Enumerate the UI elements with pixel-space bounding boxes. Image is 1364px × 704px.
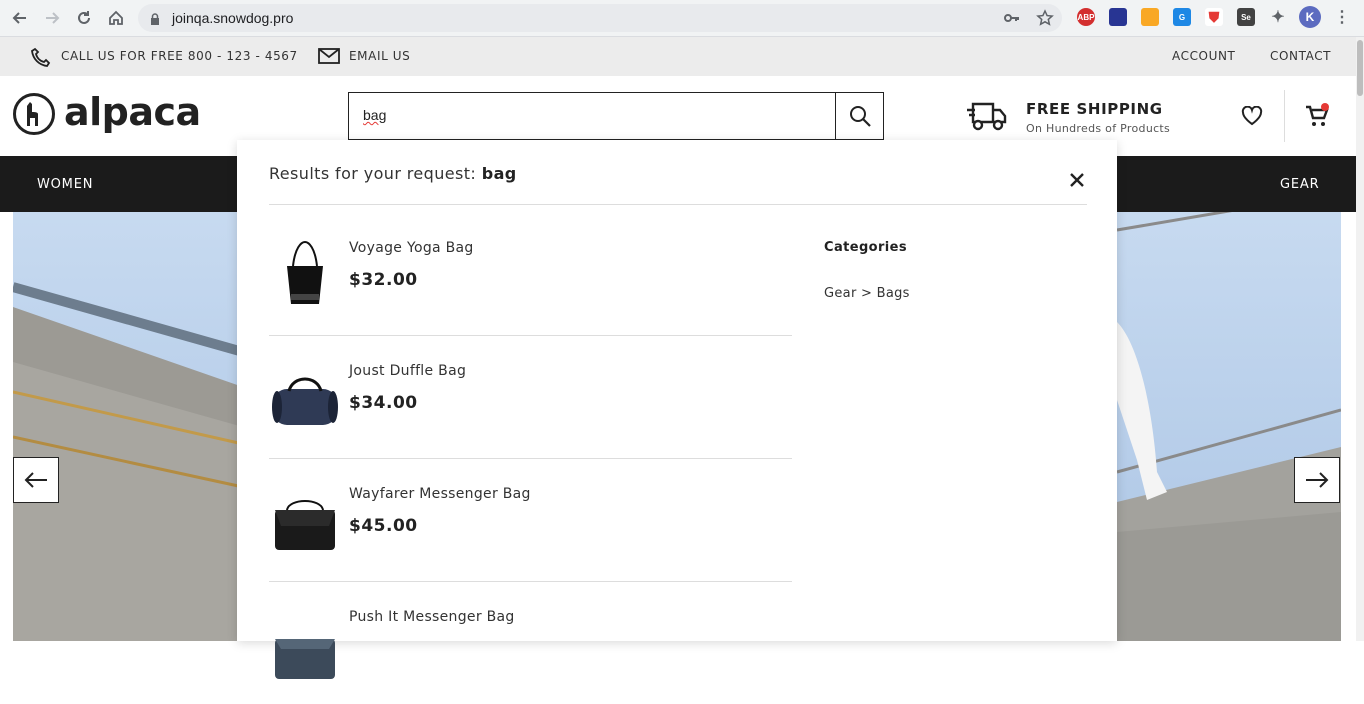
extension-icon[interactable] (1109, 8, 1127, 26)
product-price: $34.00 (349, 393, 418, 413)
results-query: bag (481, 164, 517, 183)
shipping-title: FREE SHIPPING (1026, 100, 1163, 118)
product-result-item[interactable]: Push It Messenger Bag (269, 581, 792, 704)
cart-badge (1321, 103, 1329, 111)
search-button[interactable] (835, 93, 883, 139)
product-price: $32.00 (349, 270, 418, 290)
product-thumbnail[interactable] (269, 478, 341, 558)
url-text: joinqa.snowdog.pro (172, 10, 294, 26)
forward-icon[interactable] (40, 6, 64, 30)
product-name[interactable]: Joust Duffle Bag (349, 363, 466, 379)
phone-link[interactable]: CALL US FOR FREE 800 - 123 - 4567 (61, 49, 298, 63)
results-prefix: Results for your request: (269, 164, 482, 183)
page-scrollbar[interactable] (1356, 37, 1364, 641)
address-bar[interactable]: joinqa.snowdog.pro (138, 4, 1062, 32)
nav-item-gear[interactable]: GEAR (1280, 177, 1319, 192)
back-icon[interactable] (8, 6, 32, 30)
email-icon (318, 48, 340, 69)
scrollbar-thumb[interactable] (1357, 40, 1363, 96)
home-icon[interactable] (104, 6, 128, 30)
results-divider (269, 204, 1087, 205)
selenium-extension-icon[interactable]: Se (1237, 8, 1255, 26)
adblock-extension-icon[interactable]: ABP (1077, 8, 1095, 26)
logo-mark[interactable] (13, 93, 55, 135)
product-thumbnail[interactable] (269, 355, 341, 435)
results-heading: Results for your request: bag (269, 164, 517, 183)
close-dropdown-button[interactable] (1067, 170, 1087, 190)
translate-extension-icon[interactable]: G (1173, 8, 1191, 26)
category-link[interactable]: Gear > Bags (824, 286, 910, 301)
close-icon (1070, 173, 1084, 187)
contact-link[interactable]: CONTACT (1270, 49, 1331, 63)
search-autocomplete-dropdown: Results for your request: bag Voyage Yog… (237, 140, 1117, 679)
puzzle-icon[interactable]: ✦ (1269, 8, 1287, 26)
phone-icon (31, 47, 51, 72)
shipping-truck-icon (965, 98, 1007, 137)
nav-item-women[interactable]: WOMEN (37, 177, 93, 192)
browser-toolbar: joinqa.snowdog.pro ABP G ⛊ Se ✦ K ⋮ (0, 0, 1364, 37)
search-icon (849, 106, 871, 127)
lock-icon[interactable] (150, 12, 160, 30)
arrow-right-icon (1306, 472, 1329, 488)
email-link[interactable]: EMAIL US (349, 49, 410, 63)
search-form: bag (348, 92, 884, 140)
product-name[interactable]: Voyage Yoga Bag (349, 240, 474, 256)
key-icon[interactable] (1004, 11, 1020, 30)
profile-avatar[interactable]: K (1299, 6, 1321, 28)
product-result-item[interactable]: Joust Duffle Bag $34.00 (269, 335, 792, 459)
star-icon[interactable] (1036, 9, 1054, 32)
header-divider (1284, 90, 1285, 142)
product-name[interactable]: Push It Messenger Bag (349, 609, 515, 625)
product-thumbnail[interactable] (269, 601, 341, 681)
product-name[interactable]: Wayfarer Messenger Bag (349, 486, 531, 502)
menu-dots-icon[interactable]: ⋮ (1333, 8, 1351, 26)
shield-extension-icon[interactable]: ⛊ (1205, 8, 1223, 26)
reload-icon[interactable] (72, 6, 96, 30)
mail-extension-icon[interactable] (1141, 8, 1159, 26)
top-info-bar: CALL US FOR FREE 800 - 123 - 4567 EMAIL … (0, 37, 1356, 76)
slider-next-button[interactable] (1294, 457, 1340, 503)
slider-prev-button[interactable] (13, 457, 59, 503)
product-price: $45.00 (349, 516, 418, 536)
categories-heading: Categories (824, 240, 908, 255)
logo-text[interactable]: alpaca (64, 90, 201, 134)
product-result-item[interactable]: Wayfarer Messenger Bag $45.00 (269, 458, 792, 582)
account-link[interactable]: ACCOUNT (1172, 49, 1236, 63)
product-thumbnail[interactable] (269, 232, 341, 312)
arrow-left-icon (24, 472, 47, 488)
product-result-item[interactable]: Voyage Yoga Bag $32.00 (269, 212, 792, 336)
shipping-subtitle: On Hundreds of Products (1026, 122, 1171, 135)
wishlist-heart-icon[interactable] (1241, 105, 1263, 131)
search-input[interactable]: bag (363, 107, 386, 123)
